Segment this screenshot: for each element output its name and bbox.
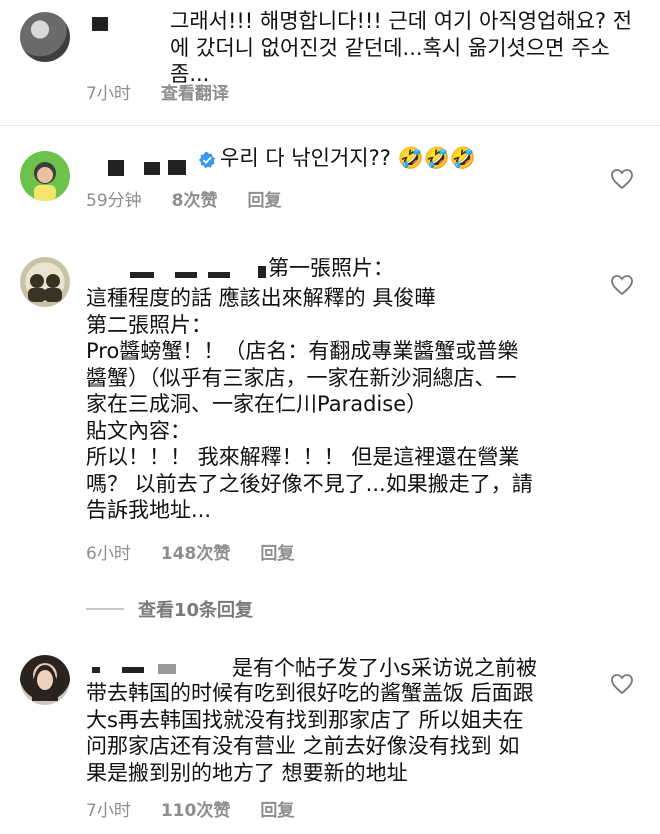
comment-time: 6小时 (86, 544, 131, 564)
redacted-username (92, 667, 100, 673)
heart-icon[interactable] (610, 673, 634, 695)
view-more-label: 查看10条回复 (138, 600, 254, 621)
avatar-illustration (28, 274, 62, 302)
comment-text: 带去韩国的时候有吃到很好吃的酱蟹盖饭 后面跟 大s再去韩国找就没有找到那家店了 … (86, 681, 534, 785)
redacted-username (158, 664, 176, 674)
verified-badge-icon (198, 151, 216, 169)
like-count[interactable]: 148次赞 (161, 539, 231, 564)
reply-button[interactable]: 回复 (247, 186, 281, 211)
redacted-username (108, 160, 124, 176)
comment-meta: 7小时 110次赞 回复 (86, 796, 324, 821)
like-count[interactable]: 8次赞 (172, 186, 218, 211)
comment-text-first-line: 是有个帖子发了小s采访说之前被 (232, 656, 537, 680)
view-more-replies[interactable]: 查看10条回复 (86, 596, 253, 622)
avatar[interactable] (20, 257, 70, 307)
redacted-username (175, 272, 197, 278)
comment-time: 7小时 (86, 84, 131, 104)
comment-meta: 6小时 148次赞 回复 (86, 539, 324, 564)
redacted-username (144, 162, 160, 175)
translate-link[interactable]: 查看翻译 (161, 79, 229, 104)
heart-icon[interactable] (610, 274, 634, 296)
redacted-username (168, 160, 186, 175)
redacted-username (122, 667, 144, 673)
redacted-username (258, 266, 266, 278)
comment-text: 그래서!!! 해명합니다!!! 근데 여기 아직영업해요? 전 에 갔더니 없어… (170, 9, 633, 86)
avatar[interactable] (20, 12, 70, 62)
like-count[interactable]: 110次赞 (161, 796, 231, 821)
comment-meta: 7小时 查看翻译 (86, 79, 259, 104)
comment-text: 這種程度的話 應該出來解釋的 具俊曄 第二張照片： Pro醬螃蟹！！（店名：有翻… (86, 286, 533, 522)
redacted-username (92, 17, 108, 31)
divider (0, 125, 660, 126)
comment-meta: 59分钟 8次赞 回复 (86, 186, 311, 211)
redacted-username (130, 272, 154, 278)
comment-time: 59分钟 (86, 191, 142, 211)
reply-button[interactable]: 回复 (260, 796, 294, 821)
avatar[interactable] (20, 151, 70, 201)
avatar[interactable] (20, 655, 70, 705)
view-more-line (86, 608, 124, 610)
reply-button[interactable]: 回复 (260, 539, 294, 564)
comment-text: 우리 다 낚인거지?? 🤣🤣🤣 (220, 146, 476, 170)
comment-text-first-line: 第一張照片： (268, 256, 394, 280)
heart-icon[interactable] (610, 168, 634, 190)
comment-time: 7小时 (86, 801, 131, 821)
avatar-illustration (34, 162, 56, 201)
avatar-illustration (32, 665, 58, 701)
redacted-username (208, 272, 230, 278)
